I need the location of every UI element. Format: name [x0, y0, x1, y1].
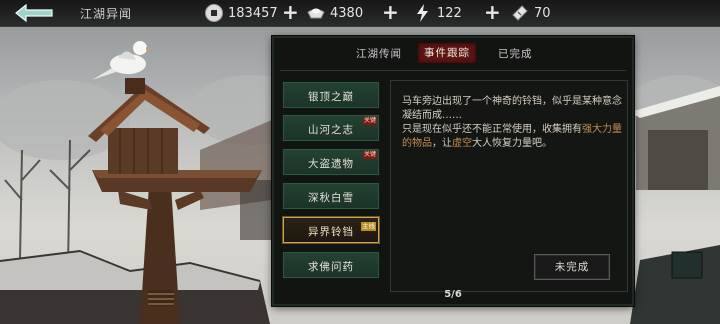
ticket-icon: [512, 5, 528, 21]
silver-ingot-icon: [307, 8, 325, 19]
event-item[interactable]: 求佛问药: [282, 251, 380, 279]
tab-event-tracking-label: 事件跟踪: [424, 47, 470, 59]
event-item[interactable]: 银顶之巅: [282, 81, 380, 109]
page-title: 江湖异闻: [80, 7, 133, 21]
event-detail-box: 马车旁边出现了一个神奇的铃铛，似乎是某种意念凝结而成…… 只是现在似乎还不能正常…: [390, 80, 628, 292]
stamina-count: 122: [437, 5, 462, 21]
tab-divider: [280, 70, 626, 71]
silver-count: 4380: [330, 5, 364, 21]
add-silver-button[interactable]: +: [382, 2, 399, 22]
event-item-label: 深秋白雪: [308, 192, 354, 204]
tab-event-tracking[interactable]: 事件跟踪: [418, 43, 476, 63]
description-line-2-start: 只是现在似乎还不能正常使用，收集拥有: [402, 124, 582, 135]
event-item[interactable]: 山河之志 关键: [282, 114, 380, 142]
key-badge: 关键: [362, 151, 377, 159]
description-line-2-end: 大人恢复力量吧。: [472, 138, 552, 149]
status-label: 未完成: [554, 261, 590, 273]
main-quest-badge: 主线: [361, 222, 376, 231]
back-button[interactable]: [10, 2, 56, 24]
event-item[interactable]: 深秋白雪: [282, 182, 380, 210]
event-description: 马车旁边出现了一个神奇的铃铛，似乎是某种意念凝结而成…… 只是现在似乎还不能正常…: [402, 95, 624, 151]
description-line-2-mid: ，让: [432, 138, 452, 149]
coin-icon: [205, 4, 223, 22]
tab-bar: 江湖传闻 事件跟踪 已完成: [274, 38, 632, 68]
highlight-name-text: 虚空: [452, 138, 472, 149]
incomplete-status-button[interactable]: 未完成: [534, 254, 610, 280]
coin-resource: 183457: [204, 3, 278, 23]
add-coin-button[interactable]: +: [282, 2, 299, 22]
event-tracking-panel: 江湖传闻 事件跟踪 已完成 银顶之巅 山河之志 关键 大盗遗物 关键 深秋白雪 …: [272, 36, 634, 306]
page-indicator: 5/6: [444, 289, 462, 300]
add-stamina-button[interactable]: +: [484, 2, 501, 22]
tab-rumors[interactable]: 江湖传闻: [356, 46, 402, 61]
event-item-label: 求佛问药: [308, 261, 354, 273]
key-badge: 关键: [362, 117, 377, 125]
back-arrow-icon: [15, 3, 53, 23]
ticket-count: 70: [534, 5, 551, 21]
coin-count: 183457: [228, 5, 278, 21]
top-resource-bar: 江湖异闻 183457 + 4380 + 122 + 70: [0, 0, 720, 27]
description-line-1: 马车旁边出现了一个神奇的铃铛，似乎是某种意念凝结而成……: [402, 96, 622, 121]
event-item-selected[interactable]: 异界铃铛 主线: [282, 216, 380, 244]
ticket-resource: 70: [510, 3, 551, 23]
event-item[interactable]: 大盗遗物 关键: [282, 148, 380, 176]
event-item-label: 银顶之巅: [308, 91, 354, 103]
lightning-icon: [417, 4, 428, 22]
silver-resource: 4380: [306, 3, 363, 23]
stamina-resource: 122: [413, 3, 462, 23]
tab-completed[interactable]: 已完成: [498, 46, 533, 61]
